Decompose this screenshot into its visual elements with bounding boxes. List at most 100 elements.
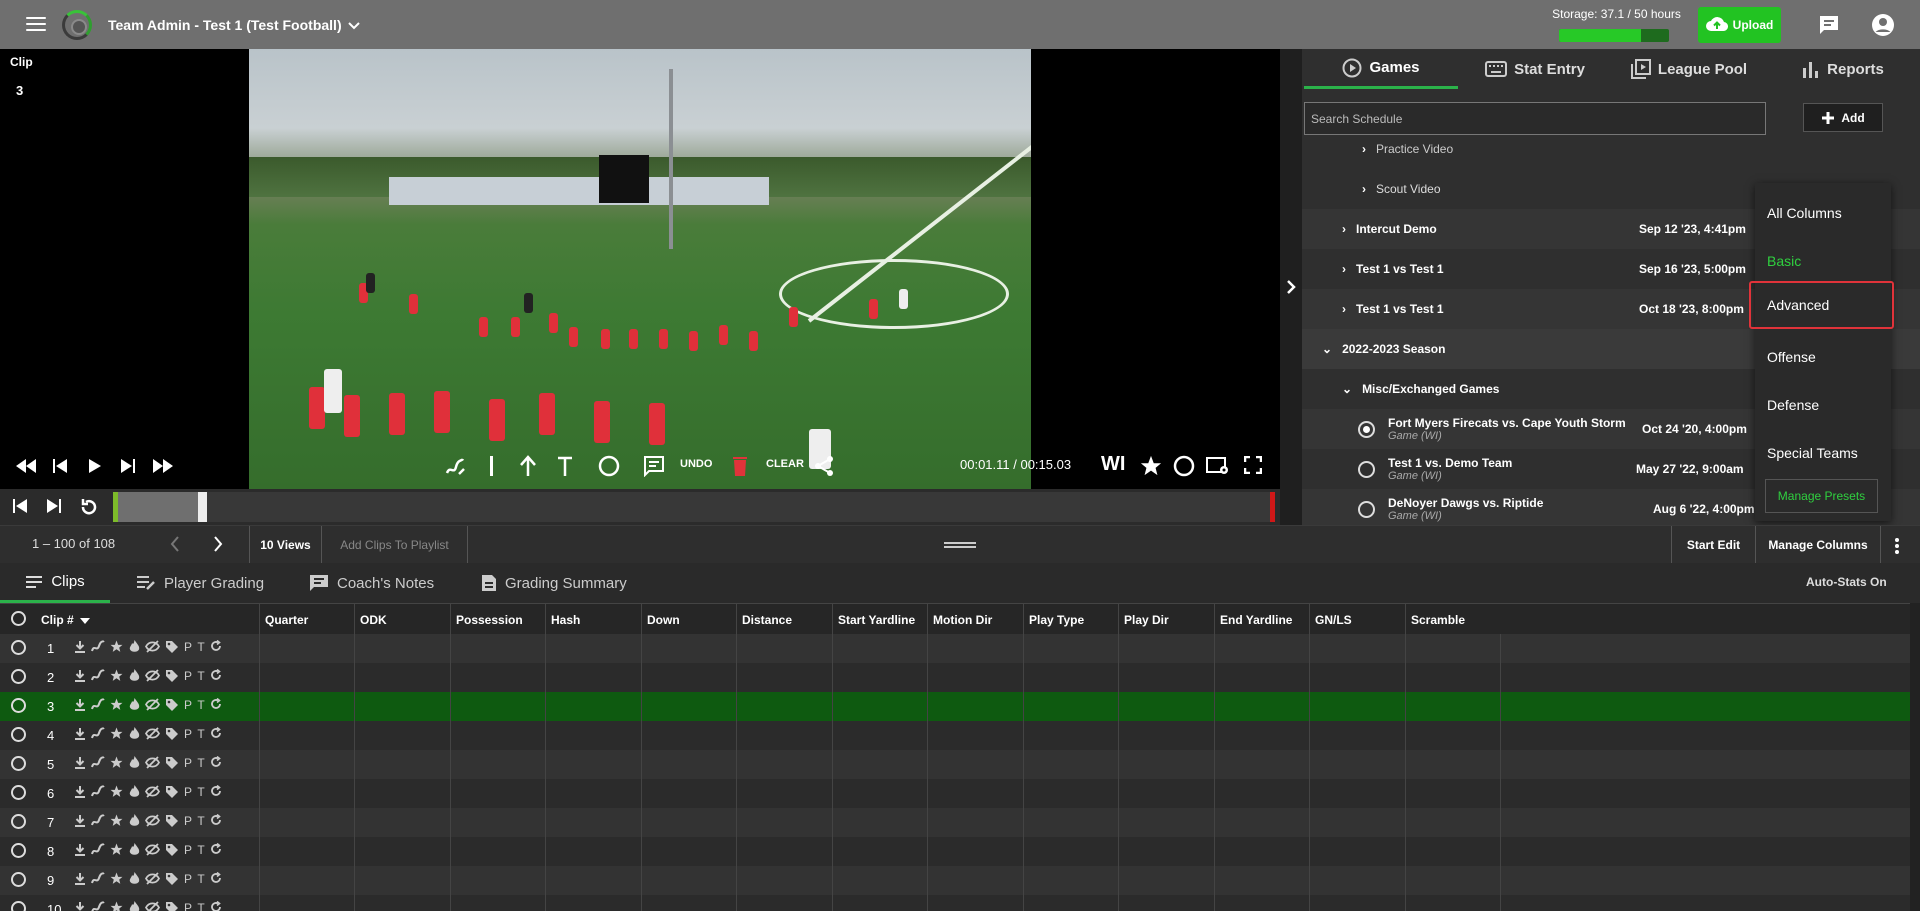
row-select-radio[interactable] xyxy=(11,785,26,800)
table-cell[interactable] xyxy=(736,663,832,692)
table-cell[interactable] xyxy=(1405,866,1500,895)
table-cell[interactable] xyxy=(641,721,736,750)
column-header[interactable]: ODK xyxy=(354,604,450,635)
timeline-track[interactable] xyxy=(113,492,1275,522)
table-cell[interactable] xyxy=(1023,692,1118,721)
table-cell[interactable] xyxy=(354,750,450,779)
row-select-radio[interactable] xyxy=(11,640,26,655)
table-cell[interactable] xyxy=(1023,750,1118,779)
star-icon[interactable] xyxy=(110,843,123,859)
table-cell[interactable] xyxy=(354,837,450,866)
table-cell[interactable] xyxy=(259,837,354,866)
views-button[interactable]: 10 Views xyxy=(249,526,321,564)
game-radio[interactable] xyxy=(1358,460,1375,478)
table-row[interactable]: 9 PT xyxy=(0,866,1910,895)
fullscreen-icon[interactable] xyxy=(1244,456,1262,474)
table-row[interactable]: 7 PT xyxy=(0,808,1910,837)
flame-icon[interactable] xyxy=(128,872,140,888)
drawing-icon[interactable] xyxy=(91,698,105,714)
table-cell[interactable] xyxy=(259,750,354,779)
table-cell[interactable] xyxy=(1500,866,1910,895)
table-cell[interactable] xyxy=(736,866,832,895)
flame-icon[interactable] xyxy=(128,756,140,772)
hidden-eye-icon[interactable] xyxy=(144,640,161,656)
play-tag-p[interactable]: P xyxy=(184,669,192,685)
table-cell[interactable] xyxy=(354,779,450,808)
table-cell[interactable] xyxy=(354,808,450,837)
download-icon[interactable] xyxy=(74,843,86,859)
drawing-icon[interactable] xyxy=(91,872,105,888)
flame-icon[interactable] xyxy=(128,698,140,714)
table-cell[interactable] xyxy=(1309,779,1405,808)
skip-to-start-icon[interactable] xyxy=(13,499,27,513)
table-cell[interactable] xyxy=(927,837,1023,866)
flame-icon[interactable] xyxy=(128,843,140,859)
row-select-radio[interactable] xyxy=(11,872,26,887)
table-cell[interactable] xyxy=(1309,750,1405,779)
manage-columns-button[interactable]: Manage Columns xyxy=(1755,526,1881,564)
row-select-radio[interactable] xyxy=(11,814,26,829)
play-tag-t[interactable]: T xyxy=(197,669,205,685)
reset-icon[interactable] xyxy=(210,726,222,743)
table-cell[interactable] xyxy=(1023,895,1118,911)
table-cell[interactable] xyxy=(1214,866,1309,895)
table-cell[interactable] xyxy=(641,663,736,692)
star-icon[interactable] xyxy=(110,756,123,772)
tab-grading-summary[interactable]: Grading Summary xyxy=(481,563,627,603)
table-cell[interactable] xyxy=(545,634,641,663)
tab-clips[interactable]: Clips xyxy=(0,563,110,603)
next-page-icon[interactable] xyxy=(213,536,223,552)
comment-tool-icon[interactable] xyxy=(643,455,665,477)
column-header[interactable]: Scramble xyxy=(1405,604,1500,635)
star-icon[interactable] xyxy=(110,640,123,656)
table-cell[interactable] xyxy=(1309,692,1405,721)
table-cell[interactable] xyxy=(450,808,545,837)
table-cell[interactable] xyxy=(641,866,736,895)
step-back-icon[interactable] xyxy=(53,459,67,473)
table-cell[interactable] xyxy=(1214,634,1309,663)
table-cell[interactable] xyxy=(832,895,927,911)
drawing-icon[interactable] xyxy=(91,814,105,830)
table-cell[interactable] xyxy=(641,692,736,721)
table-scrollbar[interactable] xyxy=(1910,603,1920,911)
column-header[interactable]: Start Yardline xyxy=(832,604,927,635)
hidden-eye-icon[interactable] xyxy=(144,785,161,801)
table-cell[interactable] xyxy=(1500,692,1910,721)
flame-icon[interactable] xyxy=(128,901,140,911)
tab-reports[interactable]: Reports xyxy=(1766,49,1920,89)
play-tag-t[interactable]: T xyxy=(197,901,205,911)
table-cell[interactable] xyxy=(927,808,1023,837)
table-row[interactable]: 10 P T xyxy=(0,895,1910,911)
tag-icon[interactable] xyxy=(165,756,179,772)
play-tag-p[interactable]: P xyxy=(184,872,192,888)
flame-icon[interactable] xyxy=(128,785,140,801)
tag-icon[interactable] xyxy=(165,872,179,888)
drawing-icon[interactable] xyxy=(91,843,105,859)
table-cell[interactable] xyxy=(736,750,832,779)
rewind-icon[interactable] xyxy=(16,459,36,473)
table-cell[interactable] xyxy=(1500,750,1910,779)
preset-advanced[interactable]: Advanced xyxy=(1749,281,1894,329)
table-cell[interactable] xyxy=(641,634,736,663)
play-tag-t[interactable]: T xyxy=(197,785,205,801)
table-cell[interactable] xyxy=(450,634,545,663)
table-cell[interactable] xyxy=(545,750,641,779)
table-cell[interactable] xyxy=(832,866,927,895)
preset-defense[interactable]: Defense xyxy=(1755,381,1891,429)
wi-toggle[interactable]: WI xyxy=(1101,453,1125,476)
table-cell[interactable] xyxy=(450,837,545,866)
play-tag-t[interactable]: T xyxy=(197,756,205,772)
table-cell[interactable] xyxy=(1023,866,1118,895)
star-icon[interactable] xyxy=(110,901,123,911)
star-icon[interactable] xyxy=(110,872,123,888)
table-cell[interactable] xyxy=(1214,663,1309,692)
clear-button[interactable]: CLEAR xyxy=(766,458,804,470)
table-cell[interactable] xyxy=(1023,634,1118,663)
table-cell[interactable] xyxy=(927,721,1023,750)
tab-coaches-notes[interactable]: Coach's Notes xyxy=(309,563,434,603)
drawing-icon[interactable] xyxy=(91,785,105,801)
table-cell[interactable] xyxy=(736,692,832,721)
hidden-eye-icon[interactable] xyxy=(144,727,161,743)
table-cell[interactable] xyxy=(1214,808,1309,837)
resize-handle[interactable] xyxy=(944,542,976,548)
